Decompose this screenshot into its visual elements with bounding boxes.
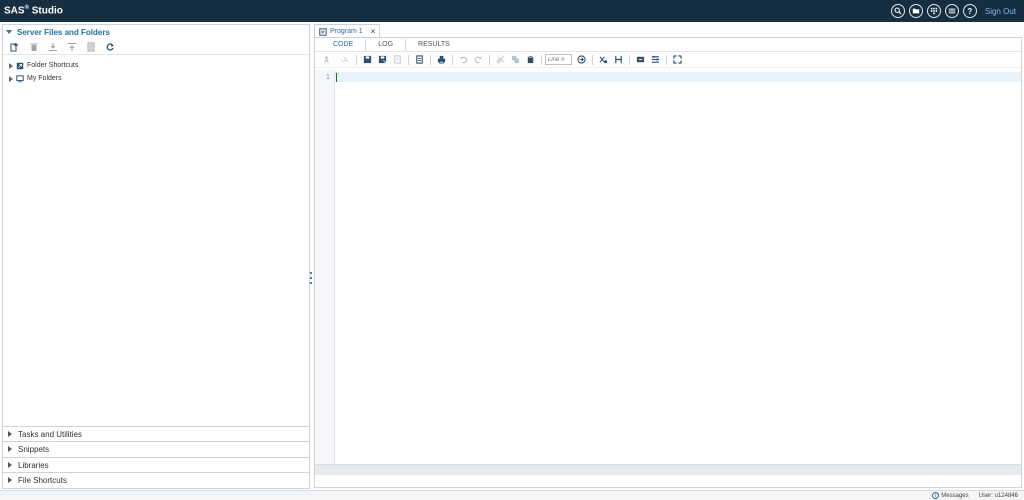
run-icon[interactable] bbox=[319, 53, 333, 67]
info-icon: i bbox=[932, 492, 940, 499]
tree-item-label: My Folders bbox=[27, 75, 62, 82]
accordion-label: Libraries bbox=[18, 460, 49, 470]
sign-out-link[interactable]: Sign Out bbox=[985, 7, 1016, 16]
toolbar-separator bbox=[541, 54, 542, 65]
sas-studio-window: SAS® Studio ? Sign Out Server Files and … bbox=[0, 0, 1024, 500]
fullscreen-icon[interactable] bbox=[670, 53, 684, 67]
status-bar: i Messages User: u124846 bbox=[0, 490, 1024, 500]
navigation-pane: Server Files and Folders Folder Shortcut… bbox=[2, 24, 310, 489]
add-snippet-icon[interactable] bbox=[633, 53, 647, 67]
program-icon bbox=[319, 27, 327, 36]
tab-program-1[interactable]: Program 1 × bbox=[314, 24, 381, 38]
toolbar-separator bbox=[452, 54, 453, 65]
user-label: User: u124846 bbox=[978, 492, 1018, 499]
text-cursor bbox=[336, 73, 337, 82]
expand-caret-icon bbox=[8, 477, 12, 483]
print-icon[interactable] bbox=[434, 53, 448, 67]
folder-shortcut-icon bbox=[16, 62, 24, 69]
options-icon[interactable] bbox=[648, 53, 662, 67]
line-number: 1 bbox=[325, 73, 330, 81]
toolbar-separator bbox=[629, 54, 630, 65]
expand-caret-icon bbox=[8, 431, 12, 437]
paste-icon[interactable] bbox=[523, 53, 537, 67]
copy-icon[interactable] bbox=[508, 53, 522, 67]
expand-caret-icon[interactable] bbox=[9, 75, 13, 82]
document-tabstrip: Program 1 × bbox=[314, 24, 381, 38]
recent-submissions-icon[interactable] bbox=[334, 53, 352, 67]
toolbar-separator bbox=[356, 54, 357, 65]
panel-title: Server Files and Folders bbox=[17, 27, 110, 37]
expand-caret-icon bbox=[8, 446, 12, 452]
clear-icon[interactable] bbox=[596, 53, 610, 67]
new-item-icon[interactable] bbox=[9, 41, 20, 52]
horizontal-scrollbar[interactable] bbox=[315, 464, 1021, 475]
tab-code[interactable]: CODE bbox=[321, 39, 367, 51]
top-actions: ? Sign Out bbox=[890, 4, 1024, 18]
folder-open-icon[interactable] bbox=[908, 4, 923, 18]
goto-line-icon[interactable] bbox=[574, 53, 588, 67]
pane-splitter-handle[interactable] bbox=[309, 272, 312, 284]
toolbar-separator bbox=[592, 54, 593, 65]
editor-subtabs: CODE LOG RESULTS bbox=[315, 38, 1021, 52]
format-code-icon[interactable] bbox=[611, 53, 625, 67]
expand-caret-icon[interactable] bbox=[9, 62, 13, 69]
apps-grid-icon[interactable] bbox=[926, 4, 941, 18]
tab-label: Program 1 bbox=[330, 28, 363, 35]
toolbar-separator bbox=[489, 54, 490, 65]
accordion-file-shortcuts[interactable]: File Shortcuts bbox=[3, 472, 309, 487]
download-icon[interactable] bbox=[47, 41, 58, 52]
accordion-tasks-and-utilities[interactable]: Tasks and Utilities bbox=[3, 426, 309, 441]
toolbar-separator bbox=[666, 54, 667, 65]
expand-caret-icon bbox=[8, 462, 12, 468]
line-number-input[interactable] bbox=[545, 54, 572, 65]
tree-item-my-folders[interactable]: My Folders bbox=[3, 72, 309, 85]
refresh-icon[interactable] bbox=[104, 41, 115, 52]
brand-name: SAS bbox=[4, 5, 25, 17]
collapse-caret-icon bbox=[6, 30, 12, 34]
accordion-label: File Shortcuts bbox=[18, 475, 67, 485]
redo-icon[interactable] bbox=[471, 53, 485, 67]
help-icon[interactable]: ? bbox=[962, 4, 977, 18]
files-toolbar bbox=[3, 39, 309, 55]
toolbar-separator bbox=[408, 54, 409, 65]
tree-item-label: Folder Shortcuts bbox=[27, 62, 79, 69]
accordion-libraries[interactable]: Libraries bbox=[3, 457, 309, 472]
undo-icon[interactable] bbox=[456, 53, 470, 67]
line-number-gutter: 1 bbox=[315, 70, 335, 475]
tab-results[interactable]: RESULTS bbox=[406, 39, 462, 51]
menu-icon[interactable] bbox=[944, 4, 959, 18]
top-bar: SAS® Studio ? Sign Out bbox=[0, 0, 1024, 22]
messages-label: Messages bbox=[941, 492, 969, 499]
active-line-highlight bbox=[335, 72, 1021, 82]
accordion-snippets[interactable]: Snippets bbox=[3, 441, 309, 456]
accordion-label: Tasks and Utilities bbox=[18, 429, 83, 439]
tree-item-folder-shortcuts[interactable]: Folder Shortcuts bbox=[3, 59, 309, 72]
cut-icon[interactable] bbox=[493, 53, 507, 67]
code-toolbar bbox=[315, 52, 1021, 68]
my-folders-icon bbox=[16, 74, 24, 82]
messages-button[interactable]: i Messages bbox=[932, 492, 969, 499]
save-icon[interactable] bbox=[360, 53, 374, 67]
server-files-header[interactable]: Server Files and Folders bbox=[3, 25, 309, 39]
export-icon[interactable] bbox=[390, 53, 404, 67]
search-icon[interactable] bbox=[890, 4, 905, 18]
save-as-icon[interactable] bbox=[375, 53, 389, 67]
close-tab-icon[interactable]: × bbox=[371, 27, 376, 36]
file-tree: Folder Shortcuts My Folders bbox=[3, 55, 309, 85]
code-editor[interactable]: 1 bbox=[315, 70, 1021, 475]
properties-icon[interactable] bbox=[85, 41, 96, 52]
document-icon[interactable] bbox=[412, 53, 426, 67]
brand-product: Studio bbox=[28, 5, 63, 17]
app-brand: SAS® Studio bbox=[0, 5, 63, 16]
delete-icon[interactable] bbox=[28, 41, 39, 52]
tab-log[interactable]: LOG bbox=[366, 39, 407, 51]
toolbar-separator bbox=[430, 54, 431, 65]
upload-icon[interactable] bbox=[66, 41, 77, 52]
editor-frame: CODE LOG RESULTS Line # 1 bbox=[314, 37, 1022, 488]
accordion-label: Snippets bbox=[18, 444, 50, 454]
